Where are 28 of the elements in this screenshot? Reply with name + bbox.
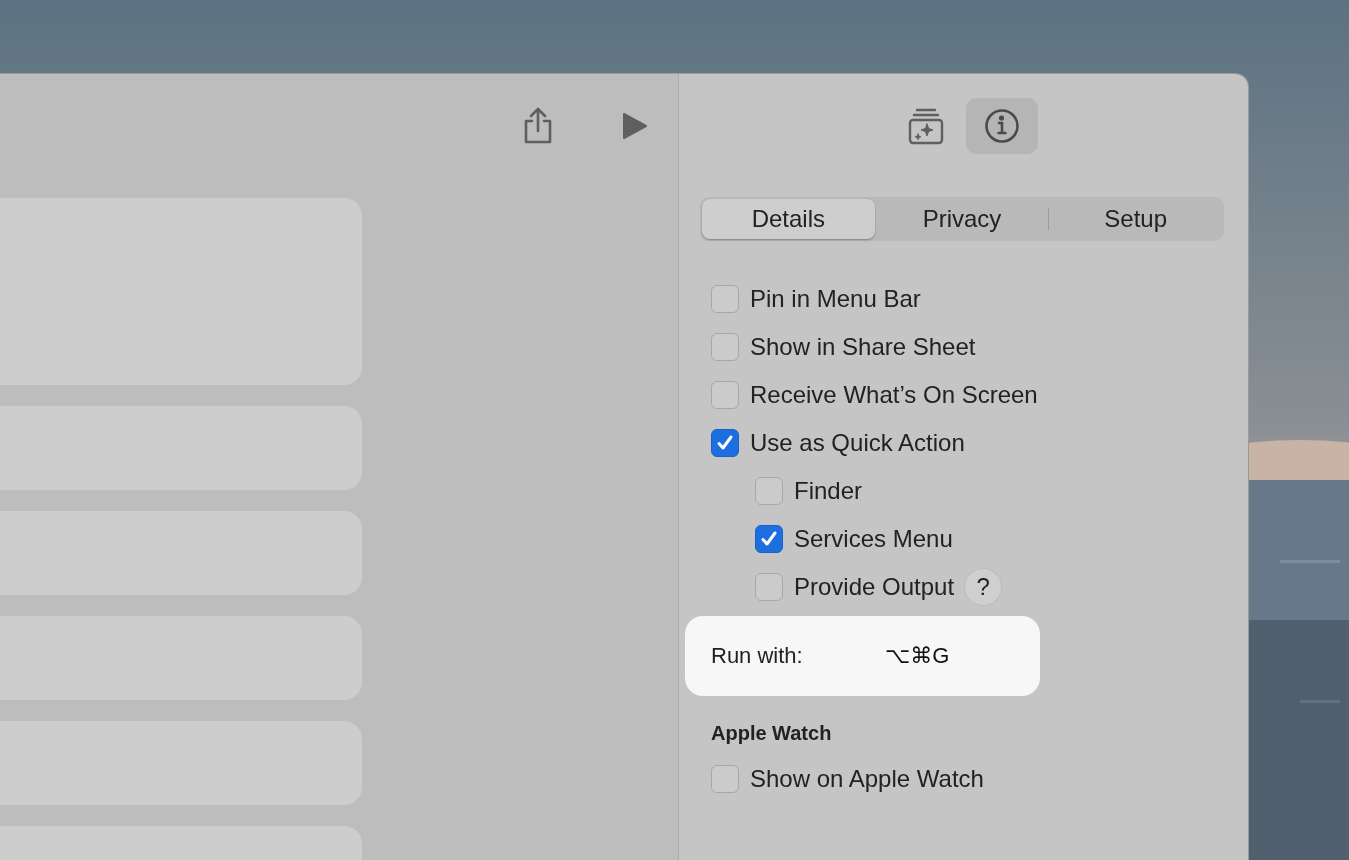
checkbox-label: Pin in Menu Bar <box>750 285 921 313</box>
checkbox[interactable] <box>755 525 783 553</box>
tab[interactable]: Privacy <box>875 199 1049 239</box>
shortcut-field[interactable]: ⌥⌘G <box>861 637 974 675</box>
info-button[interactable] <box>966 98 1038 154</box>
checkbox-label: Receive What’s On Screen <box>750 381 1038 409</box>
tab[interactable]: Setup <box>1049 199 1222 239</box>
play-icon[interactable] <box>622 111 648 140</box>
checkbox[interactable] <box>755 573 783 601</box>
checkbox[interactable] <box>711 381 739 409</box>
checkbox-label: Finder <box>794 477 863 505</box>
share-icon[interactable] <box>522 106 554 145</box>
info-icon <box>984 108 1020 144</box>
tab[interactable]: Details <box>702 199 875 239</box>
checkbox-label: Show on Apple Watch <box>750 765 984 793</box>
sparkle-stack-icon <box>907 107 945 145</box>
shortcut-label: Run with: <box>711 643 804 669</box>
checkbox[interactable] <box>755 477 783 505</box>
checkbox[interactable] <box>711 285 739 313</box>
checkbox[interactable] <box>711 333 739 361</box>
section-title: Apple Watch <box>710 722 833 745</box>
checkbox-label: Provide Output <box>794 573 955 601</box>
checkbox-label: Services Menu <box>794 525 953 553</box>
checkbox[interactable] <box>711 765 739 793</box>
checkbox-label: Show in Share Sheet <box>750 333 976 361</box>
checkbox-label: Use as Quick Action <box>750 429 965 457</box>
help-button[interactable]: ? <box>964 568 1003 606</box>
checkbox[interactable] <box>711 429 739 457</box>
